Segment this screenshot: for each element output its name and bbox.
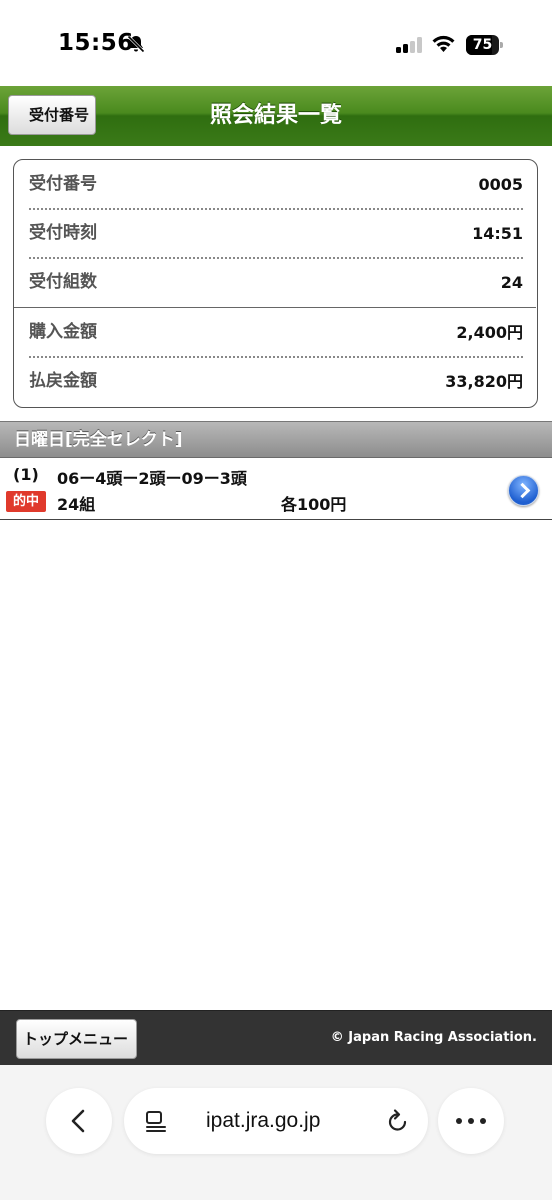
summary-label: 購入金額: [29, 322, 97, 342]
copyright-text: © Japan Racing Association.: [330, 1030, 537, 1045]
summary-row-payout-amount: 払戻金額 33,820円: [29, 357, 523, 406]
bet-list-item[interactable]: (1) 06ー4頭ー2頭ー09ー3頭 的中 24組 各100円: [0, 458, 552, 520]
summary-row-combination-count: 受付組数 24: [29, 258, 523, 307]
summary-value: 2,400円: [456, 323, 523, 342]
back-button[interactable]: 受付番号: [8, 95, 97, 135]
summary-label: 受付組数: [29, 272, 97, 292]
summary-value: 0005: [478, 175, 523, 194]
reload-icon[interactable]: [386, 1108, 410, 1134]
url-text[interactable]: ipat.jra.go.jp: [206, 1088, 320, 1154]
chevron-right-icon[interactable]: [508, 475, 539, 506]
summary-label: 払戻金額: [29, 371, 97, 391]
summary-value: 24: [500, 273, 523, 292]
cellular-signal-icon: [396, 37, 424, 53]
summary-value: 33,820円: [445, 372, 523, 391]
top-menu-label: トップメニュー: [23, 1030, 129, 1048]
back-button-label: 受付番号: [29, 106, 90, 124]
section-title: 日曜日[完全セレクト]: [14, 430, 183, 450]
summary-label: 受付時刻: [29, 223, 97, 243]
summary-row-receipt-time: 受付時刻 14:51: [29, 209, 523, 258]
summary-row-purchase-amount: 購入金額 2,400円: [29, 308, 523, 357]
battery-level: 75: [472, 37, 493, 53]
status-time: 15:56: [58, 30, 134, 56]
more-horizontal-icon: [456, 1118, 486, 1124]
more-options-button[interactable]: [438, 1088, 504, 1154]
summary-label: 受付番号: [29, 174, 97, 194]
summary-value: 14:51: [472, 224, 523, 243]
summary-panel: 受付番号 0005 受付時刻 14:51 受付組数 24 購入金額 2,400円…: [13, 159, 538, 408]
bet-count: 24組: [57, 495, 96, 514]
chevron-left-icon: [71, 1109, 85, 1133]
status-bar: 15:56 75: [0, 0, 552, 86]
top-menu-button[interactable]: トップメニュー: [16, 1019, 138, 1059]
battery-icon: 75: [466, 35, 503, 55]
browser-back-button[interactable]: [46, 1088, 112, 1154]
bet-index: (1): [13, 465, 39, 484]
bet-each-amount: 各100円: [281, 495, 347, 514]
summary-row-receipt-number: 受付番号 0005: [29, 160, 523, 209]
bell-muted-icon: [127, 35, 145, 53]
section-header: 日曜日[完全セレクト]: [0, 421, 552, 458]
page-menu-icon[interactable]: [144, 1109, 168, 1133]
hit-badge: 的中: [6, 491, 46, 512]
bet-combination: 06ー4頭ー2頭ー09ー3頭: [57, 469, 247, 488]
wifi-icon: [432, 35, 455, 52]
